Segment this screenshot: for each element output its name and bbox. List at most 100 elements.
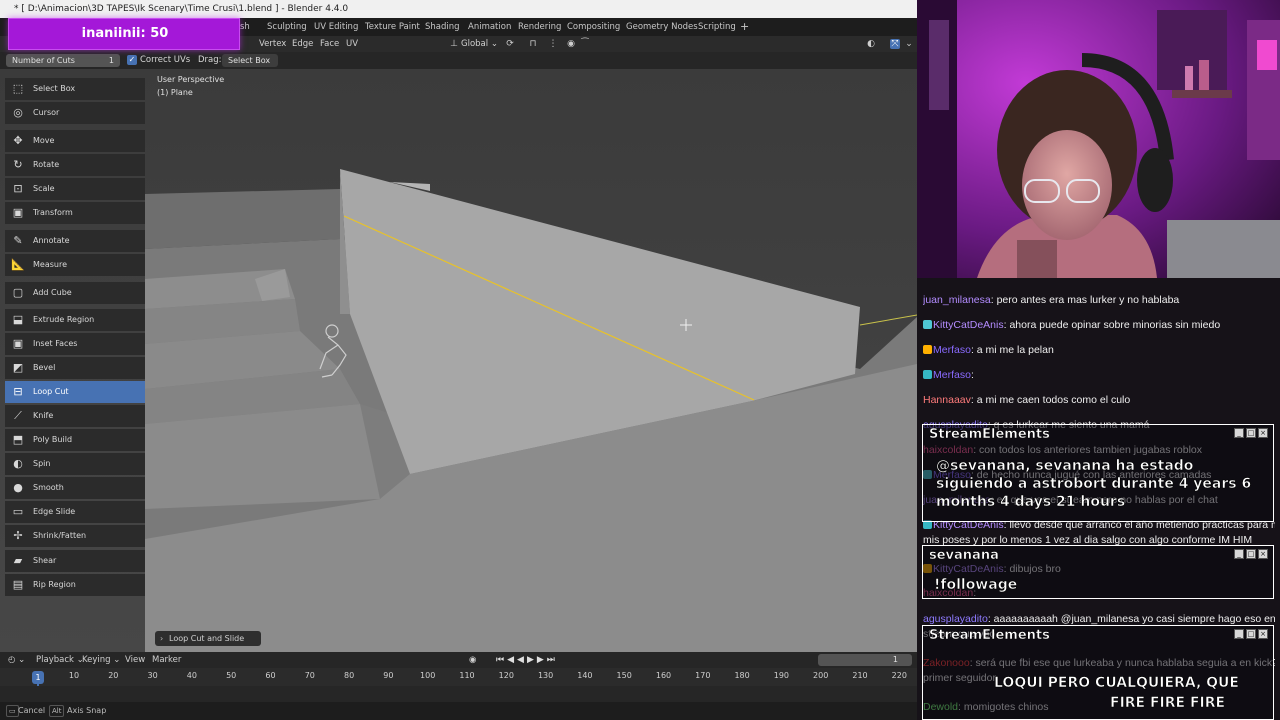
followage-command: !followage	[934, 577, 1018, 594]
snap-icon[interactable]: ⊓	[528, 39, 538, 49]
falloff-icon[interactable]: ⁀	[580, 39, 590, 49]
chat-username[interactable]: Merfaso	[933, 344, 971, 356]
timeline-tick: 200	[813, 671, 829, 680]
tool-shear[interactable]: ▰ Shear	[5, 550, 145, 572]
transform-orientation-dropdown[interactable]: Global ⌄	[447, 37, 498, 51]
tool-scale[interactable]: ⊡ Scale	[5, 178, 145, 200]
timeline-area[interactable]	[0, 686, 917, 702]
tool-spin[interactable]: ◐ Spin	[5, 453, 145, 475]
tab-rendering[interactable]: Rendering	[518, 20, 561, 34]
annotate-icon: ✎	[13, 234, 23, 247]
chat-username[interactable]: juan_milanesa	[923, 294, 991, 306]
mouse-left-icon: ▭	[6, 705, 19, 717]
proportional-edit-icon[interactable]: ◉	[566, 39, 576, 49]
minimize-icon[interactable]: _	[1234, 629, 1244, 639]
tool-label: Loop Cut	[33, 387, 69, 396]
tab-sculpting[interactable]: Sculpting	[267, 20, 307, 34]
timeline-tick: 70	[304, 671, 315, 680]
add-cube-icon: ▢	[12, 286, 24, 299]
close-icon[interactable]: ×	[1258, 629, 1268, 639]
menu-edge[interactable]: Edge	[292, 37, 313, 51]
tool-rotate[interactable]: ↻ Rotate	[5, 154, 145, 176]
tool-smooth[interactable]: ● Smooth	[5, 477, 145, 499]
tool-inset-faces[interactable]: ▣ Inset Faces	[5, 333, 145, 355]
close-icon[interactable]: ×	[1258, 549, 1268, 559]
tab-geometry-nodes[interactable]: Geometry Nodes	[626, 20, 698, 34]
tool-loop-cut[interactable]: ⊟ Loop Cut	[5, 381, 145, 403]
timeline-tick: 120	[498, 671, 514, 680]
gizmo-dropdown-icon[interactable]: ⌄	[904, 39, 914, 49]
close-icon[interactable]: ×	[1258, 428, 1268, 438]
tool-select-box[interactable]: ⬚ Select Box	[5, 78, 145, 100]
select-box-icon: ⬚	[12, 82, 24, 95]
correct-uvs-checkbox[interactable]: ✓	[127, 55, 137, 65]
blender-window: * [ D:\Animacion\3D TAPES\Ik Scenary\Tim…	[0, 0, 917, 720]
tool-rip-region[interactable]: ▤ Rip Region	[5, 574, 145, 596]
redo-panel-loop-cut[interactable]: › Loop Cut and Slide	[155, 631, 261, 646]
maximize-icon[interactable]: □	[1246, 629, 1256, 639]
window-controls-3: _ □ ×	[1234, 629, 1270, 639]
timeline-tick: 150	[616, 671, 632, 680]
redo-panel-label: Loop Cut and Slide	[169, 634, 245, 643]
add-workspace-button[interactable]: +	[740, 20, 749, 34]
tab-uv-editing[interactable]: UV Editing	[314, 20, 358, 34]
minimize-icon[interactable]: _	[1234, 428, 1244, 438]
current-frame-field[interactable]: 1	[818, 654, 912, 666]
number-of-cuts-field[interactable]: Number of Cuts 1	[6, 54, 120, 67]
minimize-icon[interactable]: _	[1234, 549, 1244, 559]
window-controls-2: _ □ ×	[1234, 549, 1270, 559]
tool-label: Spin	[33, 459, 51, 468]
pivot-icon[interactable]: ⟳	[505, 39, 515, 49]
chat-text: a mi me caen todos como el culo	[976, 394, 1131, 406]
tool-transform[interactable]: ▣ Transform	[5, 202, 145, 224]
tab-scripting[interactable]: Scripting	[698, 20, 736, 34]
timeline-tick: 50	[226, 671, 237, 680]
menu-uv[interactable]: UV	[346, 37, 358, 51]
menu-keying[interactable]: Keying ⌄	[82, 653, 120, 667]
chat-message: juan_milanesa: pero antes era mas lurker…	[923, 294, 1275, 307]
tool-cursor[interactable]: ◎ Cursor	[5, 102, 145, 124]
tool-knife[interactable]: ⟋ Knife	[5, 405, 145, 427]
tool-poly-build[interactable]: ⬒ Poly Build	[5, 429, 145, 451]
editor-type-icon[interactable]: ◴ ⌄	[8, 653, 25, 667]
menu-face[interactable]: Face	[320, 37, 339, 51]
menu-marker[interactable]: Marker	[152, 653, 181, 667]
chat-badge-icon	[923, 320, 932, 329]
timeline-ruler[interactable]: 10 20 30 40 50 60 70 80 90 100 110 120 130 140 150 160 1…	[0, 668, 917, 686]
menu-view[interactable]: View	[125, 653, 145, 667]
gizmo-toggle-icon[interactable]: ⤧	[890, 39, 900, 49]
tab-compositing[interactable]: Compositing	[567, 20, 620, 34]
tool-annotate[interactable]: ✎ Annotate	[5, 230, 145, 252]
tool-add-cube[interactable]: ▢ Add Cube	[5, 282, 145, 304]
maximize-icon[interactable]: □	[1246, 549, 1256, 559]
menu-playback[interactable]: Playback ⌄	[36, 653, 84, 667]
chat-username[interactable]: Merfaso	[933, 369, 971, 381]
tab-animation[interactable]: Animation	[468, 20, 511, 34]
tool-move[interactable]: ✥ Move	[5, 130, 145, 152]
chat-username[interactable]: KittyCatDeAnis	[933, 319, 1004, 331]
tab-texture-paint[interactable]: Texture Paint	[365, 20, 420, 34]
tool-edge-slide[interactable]: ▭ Edge Slide	[5, 501, 145, 523]
tab-shading[interactable]: Shading	[425, 20, 460, 34]
chat-username[interactable]: Hannaaav	[923, 394, 971, 406]
maximize-icon[interactable]: □	[1246, 428, 1256, 438]
menu-vertex[interactable]: Vertex	[259, 37, 286, 51]
playhead[interactable]: 1	[32, 671, 44, 684]
timeline-tick: 160	[655, 671, 672, 680]
drag-select-dropdown[interactable]: Select Box ⌄	[222, 54, 278, 78]
view-perspective-label: User Perspective	[157, 75, 225, 84]
visibility-icon[interactable]: ◐	[866, 39, 876, 49]
tool-extrude-region[interactable]: ⬓ Extrude Region	[5, 309, 145, 331]
tool-bevel[interactable]: ◩ Bevel	[5, 357, 145, 379]
chat-username[interactable]: agusplayadito	[923, 613, 988, 625]
timeline-tick: 10	[68, 671, 80, 680]
se-user-2: sevanana	[929, 548, 999, 564]
tab-modeling-partial[interactable]: sh	[240, 20, 250, 34]
playback-controls[interactable]: ⏮◀◀▶▶⏭	[496, 653, 558, 667]
record-icon[interactable]: ◉	[469, 653, 476, 667]
webcam-image	[917, 0, 1280, 278]
tool-shrink-fatten[interactable]: ✢ Shrink/Fatten	[5, 525, 145, 547]
tool-measure[interactable]: 📐 Measure	[5, 254, 145, 276]
loop-cut-icon: ⊟	[13, 385, 23, 398]
snap-target-icon[interactable]: ⋮	[548, 39, 558, 49]
